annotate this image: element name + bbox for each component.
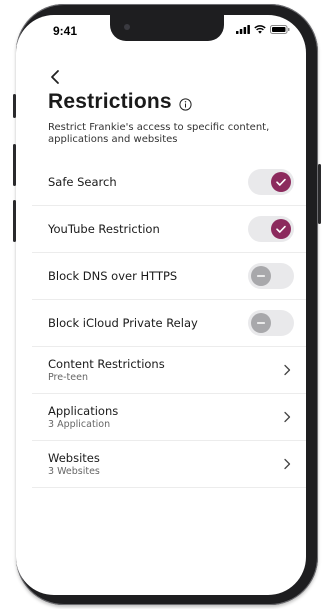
websites-value: 3 Websites <box>48 466 100 477</box>
power-button <box>318 164 321 224</box>
block-icloud-toggle[interactable] <box>248 310 294 336</box>
block-dns-row[interactable]: Block DNS over HTTPS <box>32 253 306 300</box>
safe-search-row[interactable]: Safe Search <box>32 159 306 206</box>
settings-list: Safe Search YouTube Restriction Block DN… <box>32 159 306 488</box>
safe-search-label: Safe Search <box>48 175 117 189</box>
title-row: Restrictions <box>48 90 192 114</box>
applications-row[interactable]: Applications 3 Application <box>32 394 306 441</box>
youtube-restriction-row[interactable]: YouTube Restriction <box>32 206 306 253</box>
safe-search-toggle[interactable] <box>248 169 294 195</box>
youtube-restriction-label: YouTube Restriction <box>48 222 160 236</box>
page-subtitle: Restrict Frankie's access to specific co… <box>48 122 270 145</box>
toggle-knob <box>271 172 291 192</box>
websites-row[interactable]: Websites 3 Websites <box>32 441 306 488</box>
applications-label: Applications <box>48 404 119 418</box>
block-dns-label: Block DNS over HTTPS <box>48 269 178 283</box>
camera-icon <box>124 24 130 30</box>
phone-screen: 9:41 Restrictions Restrict Frankie's acc… <box>16 15 306 595</box>
status-time: 9:41 <box>53 24 78 38</box>
content-restrictions-label: Content Restrictions <box>48 357 165 371</box>
content-restrictions-row[interactable]: Content Restrictions Pre-teen <box>32 347 306 394</box>
chevron-right-icon <box>284 364 291 376</box>
content-restrictions-value: Pre-teen <box>48 372 88 383</box>
minus-icon <box>257 322 265 324</box>
toggle-knob <box>271 219 291 239</box>
block-icloud-row[interactable]: Block iCloud Private Relay <box>32 300 306 347</box>
chevron-right-icon <box>284 458 291 470</box>
block-dns-toggle[interactable] <box>248 263 294 289</box>
toggle-knob <box>251 313 271 333</box>
applications-value: 3 Application <box>48 419 111 430</box>
chevron-right-icon <box>284 411 291 423</box>
page-title: Restrictions <box>48 90 172 113</box>
back-button[interactable] <box>46 67 66 87</box>
block-icloud-label: Block iCloud Private Relay <box>48 316 198 330</box>
content-restrictions-text: Content Restrictions Pre-teen <box>48 357 165 383</box>
minus-icon <box>257 275 265 277</box>
notch <box>110 15 224 41</box>
applications-text: Applications 3 Application <box>48 404 118 430</box>
websites-label: Websites <box>48 451 100 465</box>
battery-icon <box>270 25 290 34</box>
checkmark-icon <box>276 178 286 186</box>
signal-icon <box>236 25 250 34</box>
toggle-knob <box>251 266 271 286</box>
status-icons <box>236 25 290 34</box>
wifi-icon <box>254 25 266 34</box>
websites-text: Websites 3 Websites <box>48 451 100 477</box>
youtube-restriction-toggle[interactable] <box>248 216 294 242</box>
checkmark-icon <box>276 225 286 233</box>
chevron-left-icon <box>51 70 59 84</box>
info-icon[interactable] <box>179 97 192 111</box>
